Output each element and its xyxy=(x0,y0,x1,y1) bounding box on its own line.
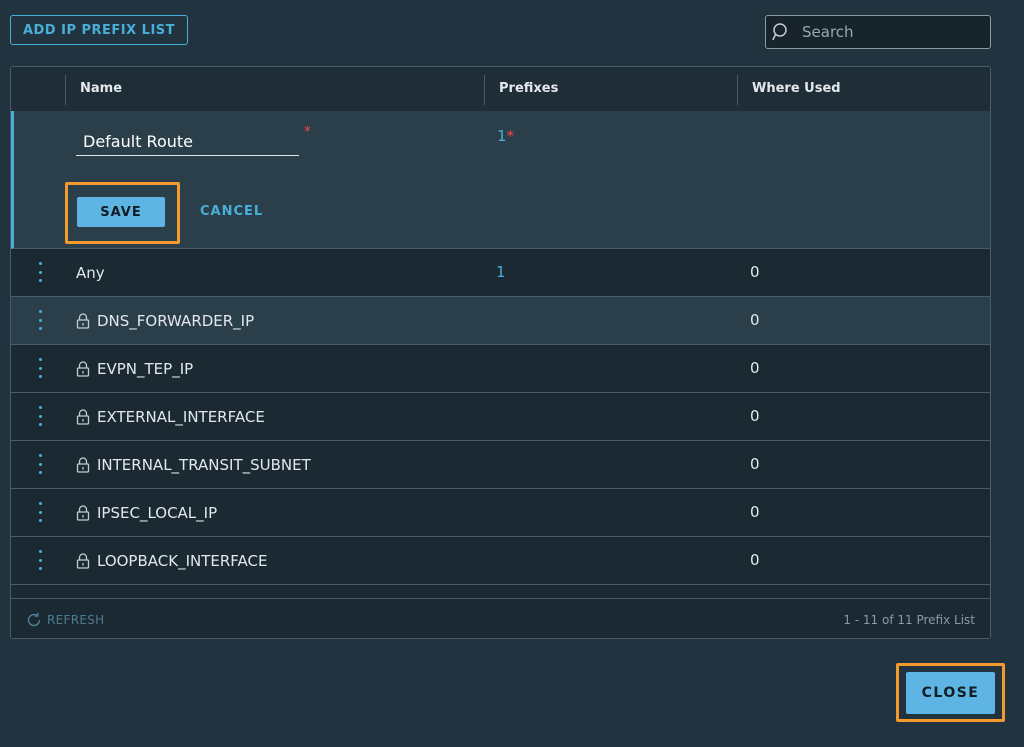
row-where-used: 0 xyxy=(750,455,760,473)
edit-row: * 1* SAVE CANCEL xyxy=(11,111,990,249)
kebab-menu-icon[interactable] xyxy=(37,358,43,378)
row-where-used: 0 xyxy=(750,503,760,521)
kebab-menu-icon[interactable] xyxy=(37,454,43,474)
row-name-text: INTERNAL_TRANSIT_SUBNET xyxy=(97,455,311,474)
row-name: INTERNAL_TRANSIT_SUBNET xyxy=(76,441,311,488)
kebab-menu-icon[interactable] xyxy=(37,406,43,426)
add-ip-prefix-list-button[interactable]: ADD IP PREFIX LIST xyxy=(10,15,188,45)
search-box[interactable] xyxy=(765,15,991,49)
save-button[interactable]: SAVE xyxy=(77,197,165,227)
row-name-text: LOOPBACK_INTERFACE xyxy=(97,551,268,570)
table-row[interactable]: LOOPBACK_INTERFACE 0 xyxy=(11,537,990,585)
grid-header: Name Prefixes Where Used xyxy=(11,67,990,112)
lock-icon xyxy=(76,408,90,425)
refresh-label: REFRESH xyxy=(47,613,105,627)
row-name: EVPN_TEP_IP xyxy=(76,345,193,392)
kebab-menu-icon[interactable] xyxy=(37,550,43,570)
cancel-button[interactable]: CANCEL xyxy=(200,197,263,227)
row-where-used: 0 xyxy=(750,359,760,377)
search-icon xyxy=(772,23,787,41)
grid-footer: REFRESH 1 - 11 of 11 Prefix List xyxy=(11,598,990,638)
table-row[interactable]: Any 1 0 xyxy=(11,249,990,297)
lock-icon xyxy=(76,312,90,329)
row-where-used: 0 xyxy=(750,551,760,569)
column-separator xyxy=(65,75,66,105)
prefix-list-grid: Name Prefixes Where Used * 1* SAVE CANCE… xyxy=(10,66,991,639)
row-where-used: 0 xyxy=(750,407,760,425)
column-separator xyxy=(737,75,738,105)
column-header-prefixes[interactable]: Prefixes xyxy=(499,67,558,111)
lock-icon xyxy=(76,552,90,569)
row-name-text: DNS_FORWARDER_IP xyxy=(97,311,255,330)
lock-icon xyxy=(76,456,90,473)
column-separator xyxy=(484,75,485,105)
table-row[interactable]: INTERNAL_TRANSIT_SUBNET 0 xyxy=(11,441,990,489)
table-row[interactable]: EXTERNAL_INTERFACE 0 xyxy=(11,393,990,441)
row-prefixes-link[interactable]: 1 xyxy=(496,249,506,296)
column-header-where-used[interactable]: Where Used xyxy=(752,67,841,111)
table-row[interactable]: IPSEC_LOCAL_IP 0 xyxy=(11,489,990,537)
row-name: DNS_FORWARDER_IP xyxy=(76,297,254,344)
prefix-count-value[interactable]: 1 xyxy=(497,127,507,145)
kebab-menu-icon[interactable] xyxy=(37,310,43,330)
row-name: LOOPBACK_INTERFACE xyxy=(76,537,268,584)
row-name-text: Any xyxy=(76,263,105,282)
search-input[interactable] xyxy=(800,22,984,42)
column-header-name[interactable]: Name xyxy=(80,67,122,111)
pagination-info: 1 - 11 of 11 Prefix List xyxy=(843,613,975,627)
row-name: EXTERNAL_INTERFACE xyxy=(76,393,265,440)
row-name-text: EVPN_TEP_IP xyxy=(97,359,194,378)
lock-icon xyxy=(76,360,90,377)
prefix-count-link[interactable]: 1* xyxy=(497,127,514,145)
table-row[interactable]: EVPN_TEP_IP 0 xyxy=(11,345,990,393)
row-where-used: 0 xyxy=(750,263,760,281)
name-required-marker: * xyxy=(304,124,311,140)
refresh-button[interactable]: REFRESH xyxy=(25,599,105,638)
kebab-menu-icon[interactable] xyxy=(37,262,43,282)
lock-icon xyxy=(76,504,90,521)
refresh-icon xyxy=(27,612,41,627)
close-button[interactable]: CLOSE xyxy=(906,672,995,714)
row-name-text: IPSEC_LOCAL_IP xyxy=(97,503,218,522)
kebab-menu-icon[interactable] xyxy=(37,502,43,522)
row-name-text: EXTERNAL_INTERFACE xyxy=(97,407,265,426)
table-row[interactable]: DNS_FORWARDER_IP 0 xyxy=(11,297,990,345)
row-name: IPSEC_LOCAL_IP xyxy=(76,489,217,536)
row-name: Any xyxy=(76,249,105,296)
prefix-list-name-input[interactable] xyxy=(76,128,299,156)
row-where-used: 0 xyxy=(750,311,760,329)
prefixes-required-marker: * xyxy=(506,127,515,145)
